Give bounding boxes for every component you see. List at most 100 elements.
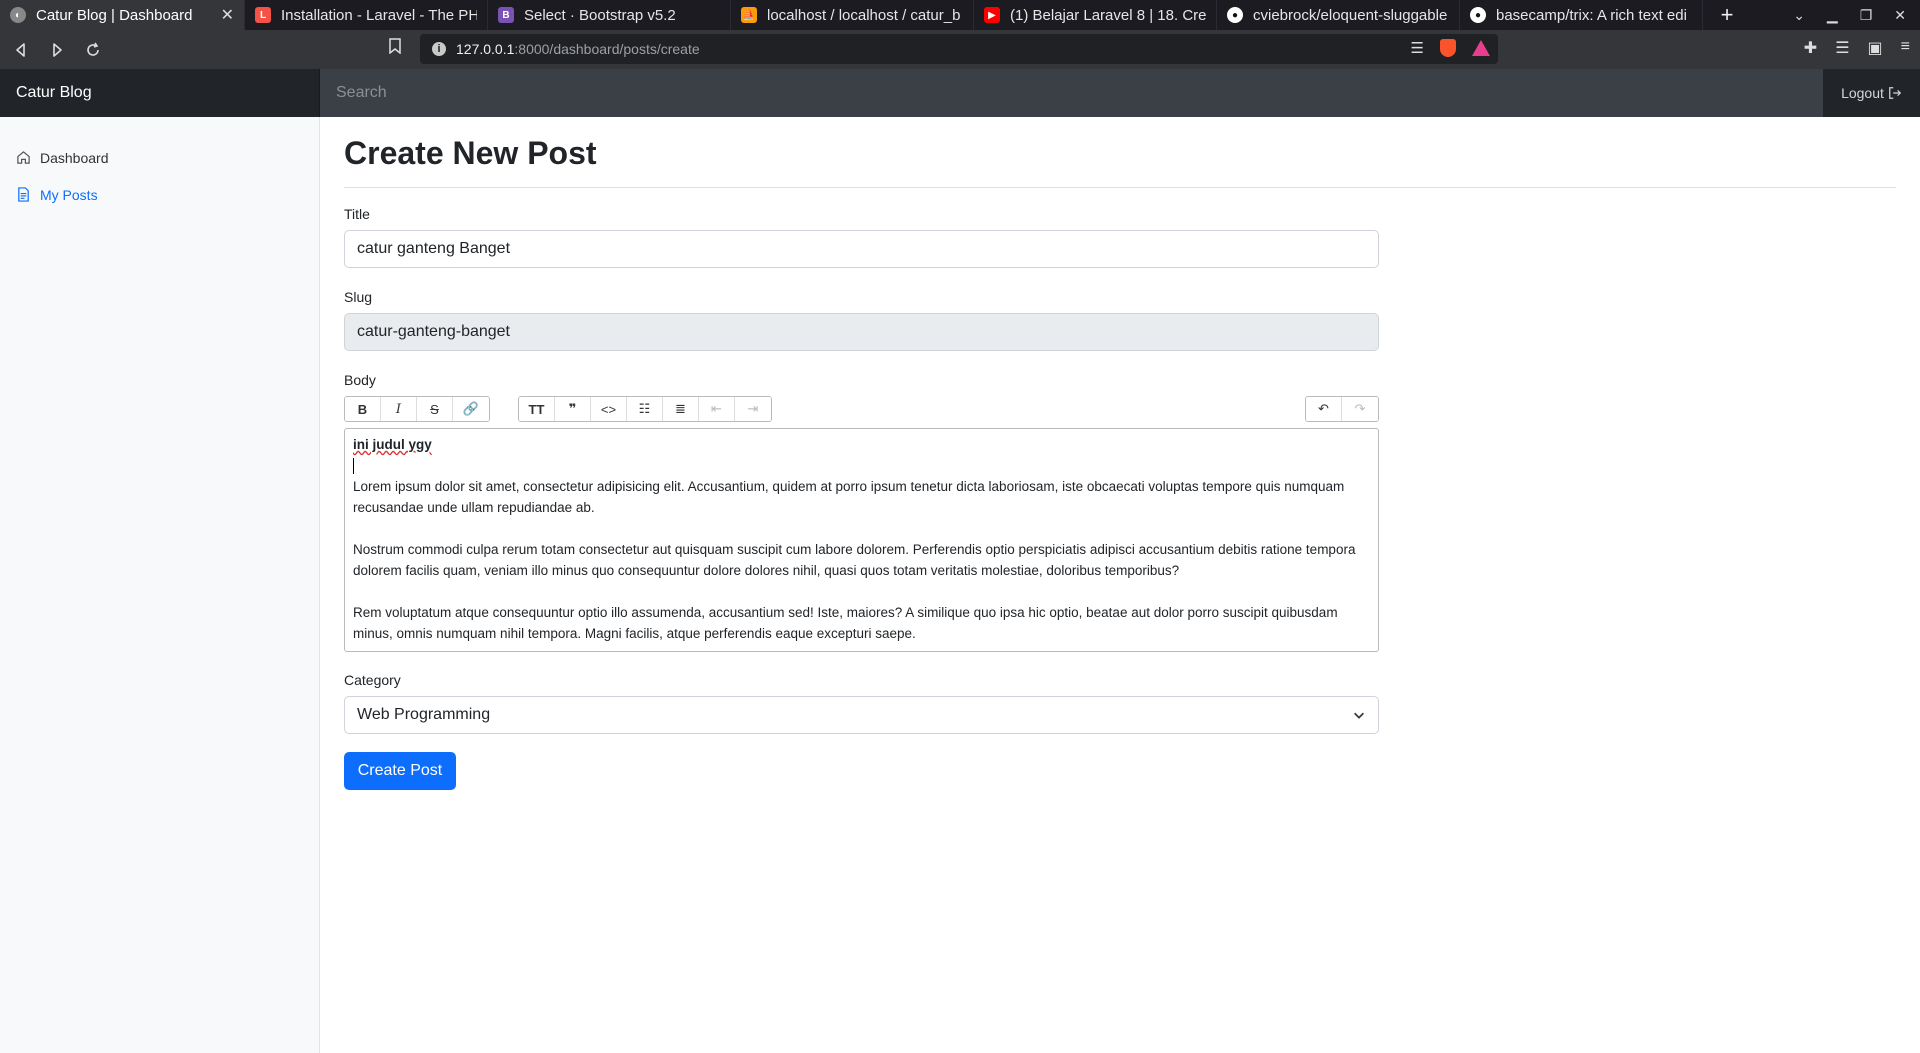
site-info-icon[interactable]: i [432,42,446,56]
github-icon: ● [1227,7,1243,23]
create-post-button[interactable]: Create Post [344,752,456,790]
slug-input[interactable]: catur-ganteng-banget [344,313,1379,351]
chevron-down-icon [1354,712,1364,719]
extensions-icon[interactable]: ✚ [1804,38,1817,58]
divider [344,187,1896,188]
globe-icon: ◐ [10,7,26,23]
number-list-icon: ≣ [675,401,686,416]
quote-icon: ❞ [568,401,577,416]
wallet-icon[interactable]: ▣ [1868,38,1883,58]
address-bar-row: i 127.0.0.1:8000/dashboard/posts/create … [0,30,1920,69]
chevron-down-icon[interactable]: ⌄ [1793,7,1805,24]
playlist-icon[interactable]: ☰ [1835,38,1849,58]
link-icon: 🔗 [462,401,480,416]
tab-title: localhost / localhost / catur_b [767,6,961,24]
body-paragraph: Nostrum commodi culpa rerum totam consec… [353,542,1356,578]
brave-rewards-icon[interactable] [1472,40,1490,56]
tab-title: cviebrock/eloquent-sluggable [1253,6,1448,24]
restore-icon[interactable]: ❐ [1860,7,1873,24]
body-paragraph: Lorem ipsum dolor sit amet, consectetur … [353,479,1345,515]
bookmark-icon[interactable] [388,38,402,59]
extensions-area: ✚ ☰ ▣ ≡ [1804,38,1910,58]
back-icon [16,42,25,57]
forward-icon [53,42,62,57]
page-title: Create New Post [344,135,597,171]
slug-value: catur-ganteng-banget [357,323,510,340]
redo-icon: ↷ [1354,401,1366,416]
heading-icon: TT [528,401,545,417]
category-select[interactable]: Web Programming [344,696,1379,734]
sidebar-item-label: My Posts [40,186,98,203]
reload-button[interactable] [78,35,108,65]
phpmyadmin-icon: ⛵ [741,7,757,23]
code-button[interactable]: <> [591,397,627,421]
logout-label: Logout [1841,85,1884,101]
redo-button[interactable]: ↷ [1342,397,1378,421]
browser-tab[interactable]: ▶ (1) Belajar Laravel 8 | 18. Creat [974,0,1217,30]
browser-tab[interactable]: L Installation - Laravel - The PHP [245,0,488,30]
strike-button[interactable]: S [417,397,453,421]
close-icon[interactable]: ✕ [221,5,234,25]
logout-icon [1889,87,1902,99]
history-tools-group: ↶ ↷ [1305,396,1379,422]
tab-title: Installation - Laravel - The PHP [281,6,477,24]
tab-title: (1) Belajar Laravel 8 | 18. Creat [1010,6,1206,24]
italic-icon: I [395,401,402,417]
logout-button[interactable]: Logout [1823,69,1920,117]
bold-icon: B [357,401,368,417]
bullet-list-button[interactable]: ☷ [627,397,663,421]
number-list-button[interactable]: ≣ [663,397,699,421]
home-icon [17,151,30,164]
title-label: Title [344,206,370,222]
brave-shield-icon[interactable] [1440,39,1456,57]
url-field[interactable]: i 127.0.0.1:8000/dashboard/posts/create … [420,34,1498,64]
browser-tab[interactable]: B Select · Bootstrap v5.2 [488,0,731,30]
browser-tab-bar: ◐ Catur Blog | Dashboard ✕ L Installatio… [0,0,1920,30]
sidebar-item-label: Dashboard [40,149,109,166]
app-navbar: Catur Blog Search Logout [0,69,1920,117]
bullet-list-icon: ☷ [638,401,651,416]
decrease-indent-button[interactable]: ⇤ [699,397,735,421]
browser-tab[interactable]: ● cviebrock/eloquent-sluggable [1217,0,1460,30]
title-value: catur ganteng Banget [357,240,511,257]
url-host: 127.0.0.1 [456,41,515,57]
quote-button[interactable]: ❞ [555,397,591,421]
reload-icon [87,42,99,56]
reader-mode-icon[interactable]: ☰ [1411,39,1424,57]
window-controls: ⌄ ▁ ❐ ✕ [1793,0,1920,30]
editor-caret-line [353,455,1370,476]
body-paragraph: Rem voluptatum atque consequuntur optio … [353,605,1338,641]
code-icon: <> [600,401,617,417]
laravel-icon: L [255,7,271,23]
minimize-icon[interactable]: ▁ [1827,7,1838,24]
brand-link[interactable]: Catur Blog [0,69,320,117]
increase-indent-button[interactable]: ⇥ [735,397,771,421]
browser-tab[interactable]: ◐ Catur Blog | Dashboard ✕ [0,0,245,30]
browser-tab[interactable]: ⛵ localhost / localhost / catur_b [731,0,974,30]
back-button[interactable] [6,35,36,65]
italic-button[interactable]: I [381,397,417,421]
link-button[interactable]: 🔗 [453,397,489,421]
file-text-icon [18,187,29,202]
create-post-form: Title catur ganteng Banget Slug catur-ga… [344,206,1379,790]
forward-button[interactable] [42,35,72,65]
body-editor[interactable]: ini judul ygy Lorem ipsum dolor sit amet… [344,428,1379,652]
body-label: Body [344,372,376,388]
browser-tab[interactable]: ● basecamp/trix: A rich text edi [1460,0,1703,30]
close-window-icon[interactable]: ✕ [1894,7,1906,24]
sidebar-item-dashboard[interactable]: Dashboard [0,139,319,176]
search-input[interactable]: Search [320,69,1823,117]
title-input[interactable]: catur ganteng Banget [344,230,1379,268]
new-tab-button[interactable]: + [1711,0,1743,30]
decrease-indent-icon: ⇤ [711,401,722,416]
menu-icon[interactable]: ≡ [1901,38,1910,58]
strikethrough-icon: S [430,401,439,417]
text-tools-group: B I S 🔗 [344,396,490,422]
bootstrap-icon: B [498,7,514,23]
category-label: Category [344,672,401,688]
sidebar-item-my-posts[interactable]: My Posts [0,176,319,213]
heading-button[interactable]: TT [519,397,555,421]
bold-button[interactable]: B [345,397,381,421]
undo-button[interactable]: ↶ [1306,397,1342,421]
